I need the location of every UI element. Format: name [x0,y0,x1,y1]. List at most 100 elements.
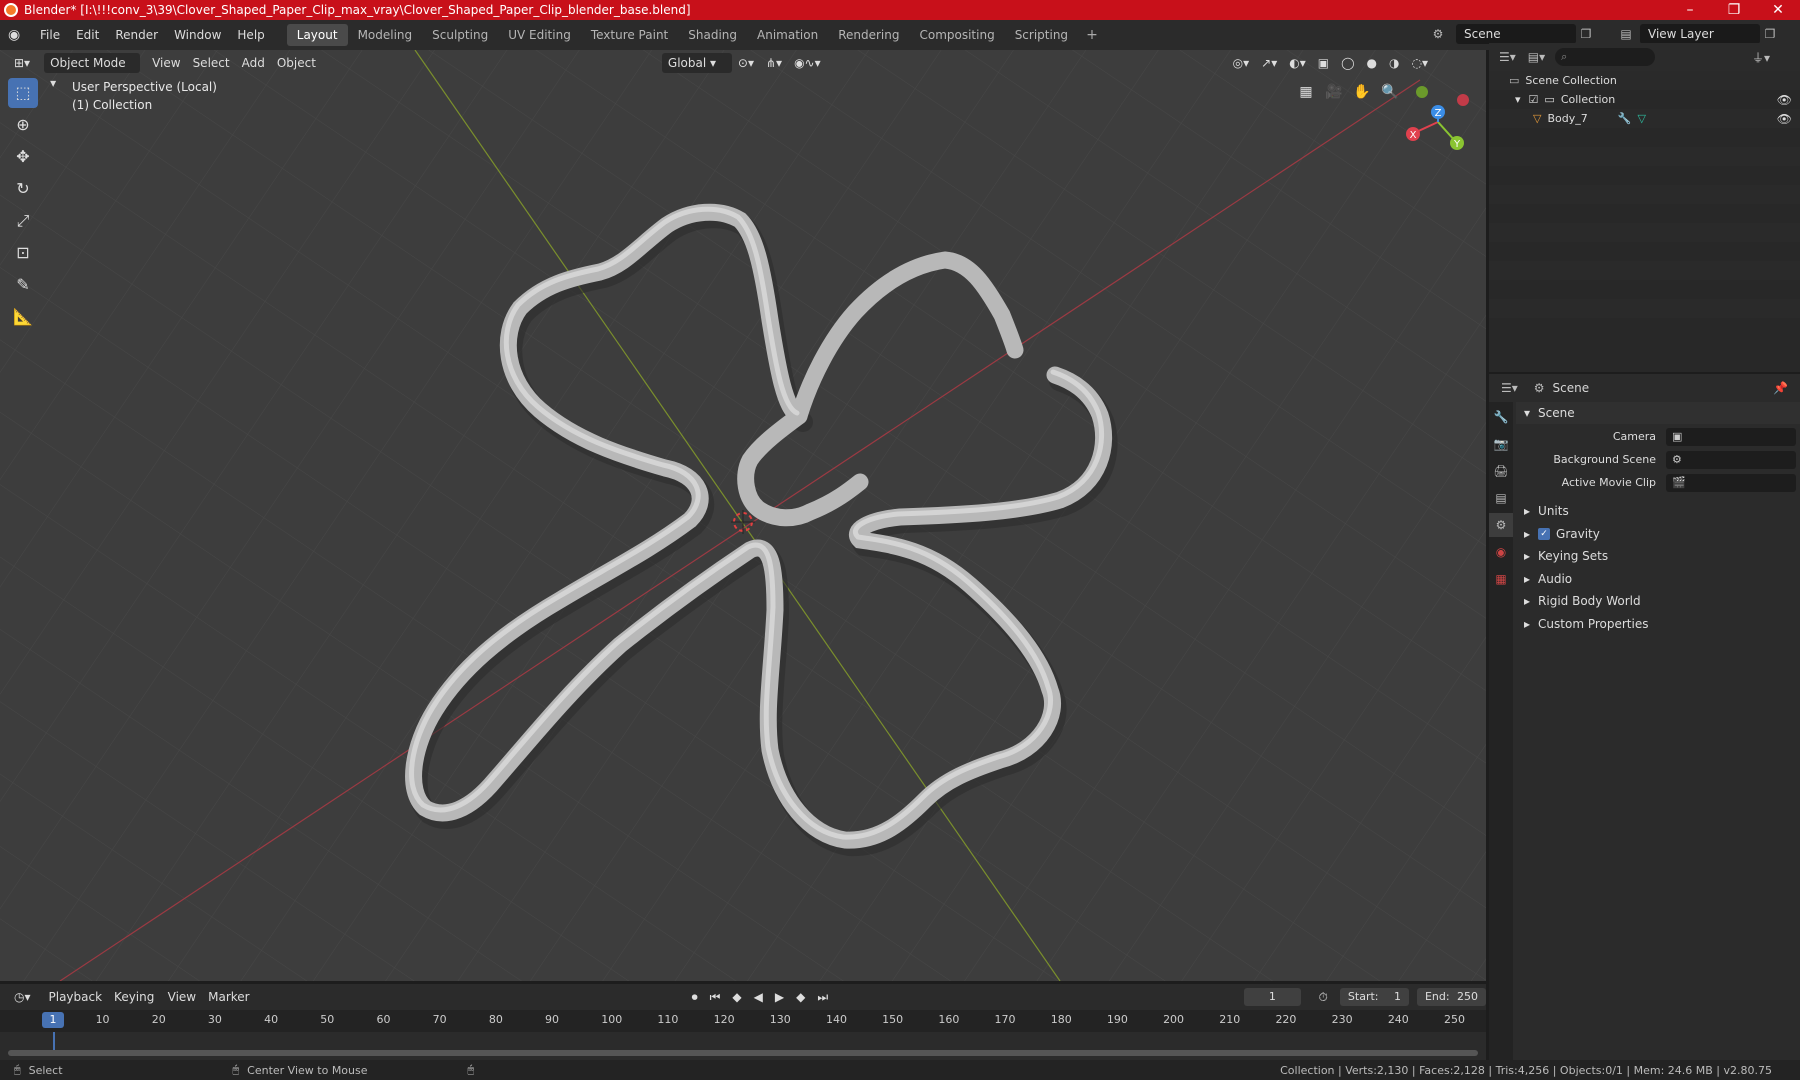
scene-browse-icon[interactable]: ⚙ [1428,24,1448,44]
texture-tab-icon[interactable]: ▦ [1489,567,1513,591]
keying-sets-panel[interactable]: ▸ Keying Sets [1516,545,1800,567]
collection-visibility-icon[interactable]: 👁 [1777,93,1792,107]
tab-texture-paint[interactable]: Texture Paint [581,24,678,46]
tab-scripting[interactable]: Scripting [1005,24,1078,46]
menu-marker[interactable]: Marker [202,987,255,1007]
select-box-tool-icon[interactable]: ⬚ [8,78,38,108]
object-mode-dropdown[interactable]: Object Mode ▾ [44,53,141,90]
units-panel[interactable]: ▸ Units [1516,500,1800,522]
pivot-icon[interactable]: ⊙▾ [732,53,760,73]
menu-edit[interactable]: Edit [68,28,107,42]
snap-icon[interactable]: ⋔▾ [760,53,788,73]
overlay-toggle-icon[interactable]: ◐▾ [1283,53,1312,73]
end-frame-field[interactable]: End: 250 [1416,988,1486,1006]
mesh-data-icon[interactable]: ▽ [1637,112,1645,125]
annotate-tool-icon[interactable]: ✎ [8,270,38,300]
menu-timeline-view[interactable]: View [162,987,202,1007]
play-icon[interactable]: ▶ [769,987,790,1007]
audio-panel[interactable]: ▸ Audio [1516,568,1800,590]
playhead-frame-indicator[interactable]: 1 [42,1012,64,1028]
wireframe-shading-icon[interactable]: ◯ [1335,53,1360,73]
outliner-item-scene-collection[interactable]: ▭ Scene Collection [1489,71,1800,90]
camera-field[interactable]: ▣ [1666,427,1796,446]
tab-shading[interactable]: Shading [678,24,747,46]
menu-playback[interactable]: Playback ▾ [43,987,109,1024]
object-visibility-icon[interactable]: 👁 [1777,112,1792,126]
view-layer-tab-icon[interactable]: ▤ [1489,486,1513,510]
gravity-checkbox[interactable]: ✓ [1538,527,1551,540]
perspective-toggle-icon[interactable]: ▦ [1294,80,1318,104]
output-tab-icon[interactable]: 🖨 [1489,459,1513,483]
tab-sculpting[interactable]: Sculpting [422,24,498,46]
properties-editor-type-icon[interactable]: ☰▾ [1501,381,1518,395]
orientation-dropdown[interactable]: Global ▾ [661,53,732,73]
jump-end-icon[interactable]: ⏭ [811,987,834,1007]
menu-file[interactable]: File [32,28,68,42]
prev-keyframe-icon[interactable]: ◆ [726,987,747,1007]
record-icon[interactable]: ⏺ [686,987,704,1007]
next-keyframe-icon[interactable]: ◆ [790,987,811,1007]
proportional-edit-icon[interactable]: ◉∿▾ [788,53,827,73]
tab-layout[interactable]: Layout [286,24,348,46]
gravity-panel[interactable]: ▸ ✓ Gravity [1516,523,1800,545]
measure-tool-icon[interactable]: 📐 [8,302,38,332]
3d-viewport[interactable]: X Y Z ⊞▾ Object Mode ▾ View Select Add O… [0,50,1486,981]
rigid-body-world-panel[interactable]: ▸ Rigid Body World [1516,590,1800,612]
blender-menu-icon[interactable]: ◉ [8,27,26,43]
scale-tool-icon[interactable]: ⤢ [8,206,38,236]
editor-type-icon[interactable]: ⊞▾ [8,53,36,73]
background-scene-field[interactable]: ⚙ [1666,450,1796,469]
zoom-view-icon[interactable]: 🔍 [1378,80,1402,104]
world-tab-icon[interactable]: ◉ [1489,540,1513,564]
minimize-button[interactable]: – [1668,2,1712,18]
modifier-icon[interactable]: 🔧 [1618,112,1632,125]
rotate-tool-icon[interactable]: ↻ [8,174,38,204]
menu-view[interactable]: View [146,53,186,73]
view-layer-new-icon[interactable]: ❐ [1760,24,1780,44]
scene-name-field[interactable]: Scene [1456,24,1576,44]
pin-icon[interactable]: 📌 [1773,381,1788,395]
scene-tab-icon[interactable]: ⚙ [1489,513,1513,537]
expand-arrow-icon[interactable]: ▾ [1515,93,1521,106]
menu-add[interactable]: Add [236,53,271,73]
outliner-editor-type-icon[interactable]: ☰▾ [1499,50,1516,64]
view-layer-field[interactable]: View Layer [1640,24,1760,44]
menu-render[interactable]: Render [107,28,166,42]
custom-properties-panel[interactable]: ▸ Custom Properties [1516,613,1800,635]
render-tab-icon[interactable]: 📷 [1489,432,1513,456]
view-layer-icon[interactable]: ▤ [1616,24,1636,44]
play-reverse-icon[interactable]: ◀ [748,987,769,1007]
gizmo-toggle-icon[interactable]: ↗▾ [1255,53,1283,73]
tab-rendering[interactable]: Rendering [828,24,909,46]
transform-tool-icon[interactable]: ⊡ [8,238,38,268]
tool-tab-icon[interactable]: 🔧 [1489,405,1513,429]
current-frame-field[interactable]: 1 [1244,988,1301,1006]
preview-range-icon[interactable]: ⏱ [1313,987,1334,1007]
filter-icon[interactable]: ⏚▾ [1752,49,1770,66]
tab-compositing[interactable]: Compositing [909,24,1004,46]
pan-view-icon[interactable]: ✋ [1350,80,1374,104]
jump-start-icon[interactable]: ⏮ [704,987,727,1007]
outliner-item-body7[interactable]: ▽ Body_7 🔧 ▽ 👁 [1489,109,1800,128]
collection-checkbox[interactable]: ☑ [1529,93,1539,106]
tab-modeling[interactable]: Modeling [348,24,423,46]
movie-clip-field[interactable]: 🎬 [1666,473,1796,492]
maximize-button[interactable]: ❐ [1712,2,1756,18]
menu-object[interactable]: Object [271,53,322,73]
close-button[interactable]: ✕ [1756,2,1800,18]
tab-animation[interactable]: Animation [747,24,828,46]
xray-icon[interactable]: ▣ [1312,53,1335,73]
menu-keying[interactable]: Keying ▾ [108,987,162,1024]
rendered-shading-icon[interactable]: ◌▾ [1405,53,1434,73]
scene-panel-header[interactable]: ▾ Scene [1516,402,1800,424]
solid-shading-icon[interactable]: ● [1361,53,1383,73]
timeline-scrollbar[interactable] [8,1050,1478,1056]
frame-ruler[interactable]: 1 10 20 30 40 50 60 70 80 90 100 110 120 130 140 150 16… [0,1010,1486,1032]
cursor-tool-icon[interactable]: ⊕ [8,110,38,140]
start-frame-field[interactable]: Start: 1 [1339,988,1409,1006]
move-tool-icon[interactable]: ✥ [8,142,38,172]
menu-help[interactable]: Help [229,28,272,42]
outliner-item-collection[interactable]: ▾ ☑ ▭ Collection 👁 [1489,90,1800,109]
camera-view-icon[interactable]: 🎥 [1322,80,1346,104]
menu-select[interactable]: Select [187,53,236,73]
